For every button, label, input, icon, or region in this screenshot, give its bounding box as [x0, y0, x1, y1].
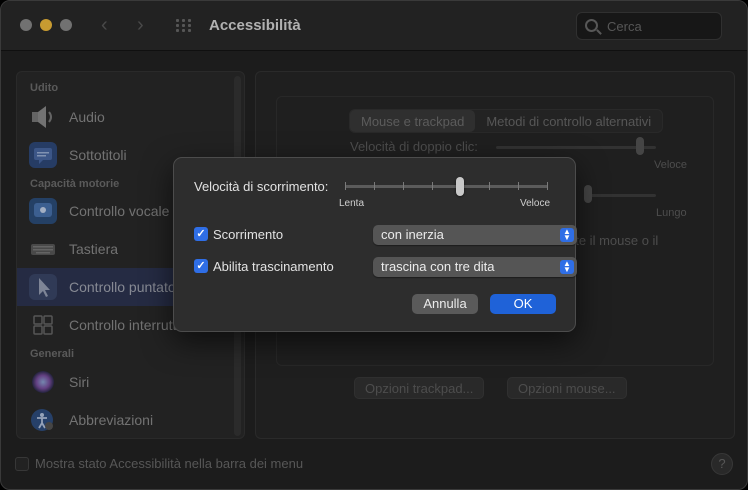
dragging-popup-value: trascina con tre dita	[381, 259, 495, 274]
scroll-speed-min-label: Lenta	[339, 198, 365, 209]
chevron-updown-icon: ▲ ▼	[560, 260, 574, 274]
scroll-speed-max-label: Veloce	[520, 198, 551, 209]
slider-tick	[432, 182, 433, 190]
slider-tick	[403, 182, 404, 190]
scrolling-checkbox[interactable]: ✓	[194, 227, 208, 241]
scrolling-popup[interactable]: con inerzia ▲ ▼	[373, 225, 577, 245]
dragging-checkbox[interactable]: ✓	[194, 259, 208, 273]
cancel-button[interactable]: Annulla	[412, 294, 478, 314]
scrolling-label: Scorrimento	[213, 227, 284, 242]
scrolling-popup-value: con inerzia	[381, 227, 444, 242]
slider-tick	[345, 182, 346, 190]
dragging-label: Abilita trascinamento	[213, 259, 334, 274]
dragging-popup[interactable]: trascina con tre dita ▲ ▼	[373, 257, 577, 277]
slider-tick	[489, 182, 490, 190]
ok-button[interactable]: OK	[490, 294, 556, 314]
slider-tick	[518, 182, 519, 190]
system-preferences-window: ‹ › Accessibilità Cerca Udito Audio Sott…	[0, 0, 748, 490]
chevron-updown-icon: ▲ ▼	[560, 228, 574, 242]
scroll-speed-slider[interactable]	[345, 177, 548, 199]
slider-tick	[374, 182, 375, 190]
scroll-speed-label: Velocità di scorrimento:	[194, 179, 329, 194]
slider-tick	[547, 182, 548, 190]
slider-knob[interactable]	[456, 177, 464, 196]
trackpad-options-sheet: Velocità di scorrimento: Lenta Veloce ✓ …	[173, 157, 577, 332]
